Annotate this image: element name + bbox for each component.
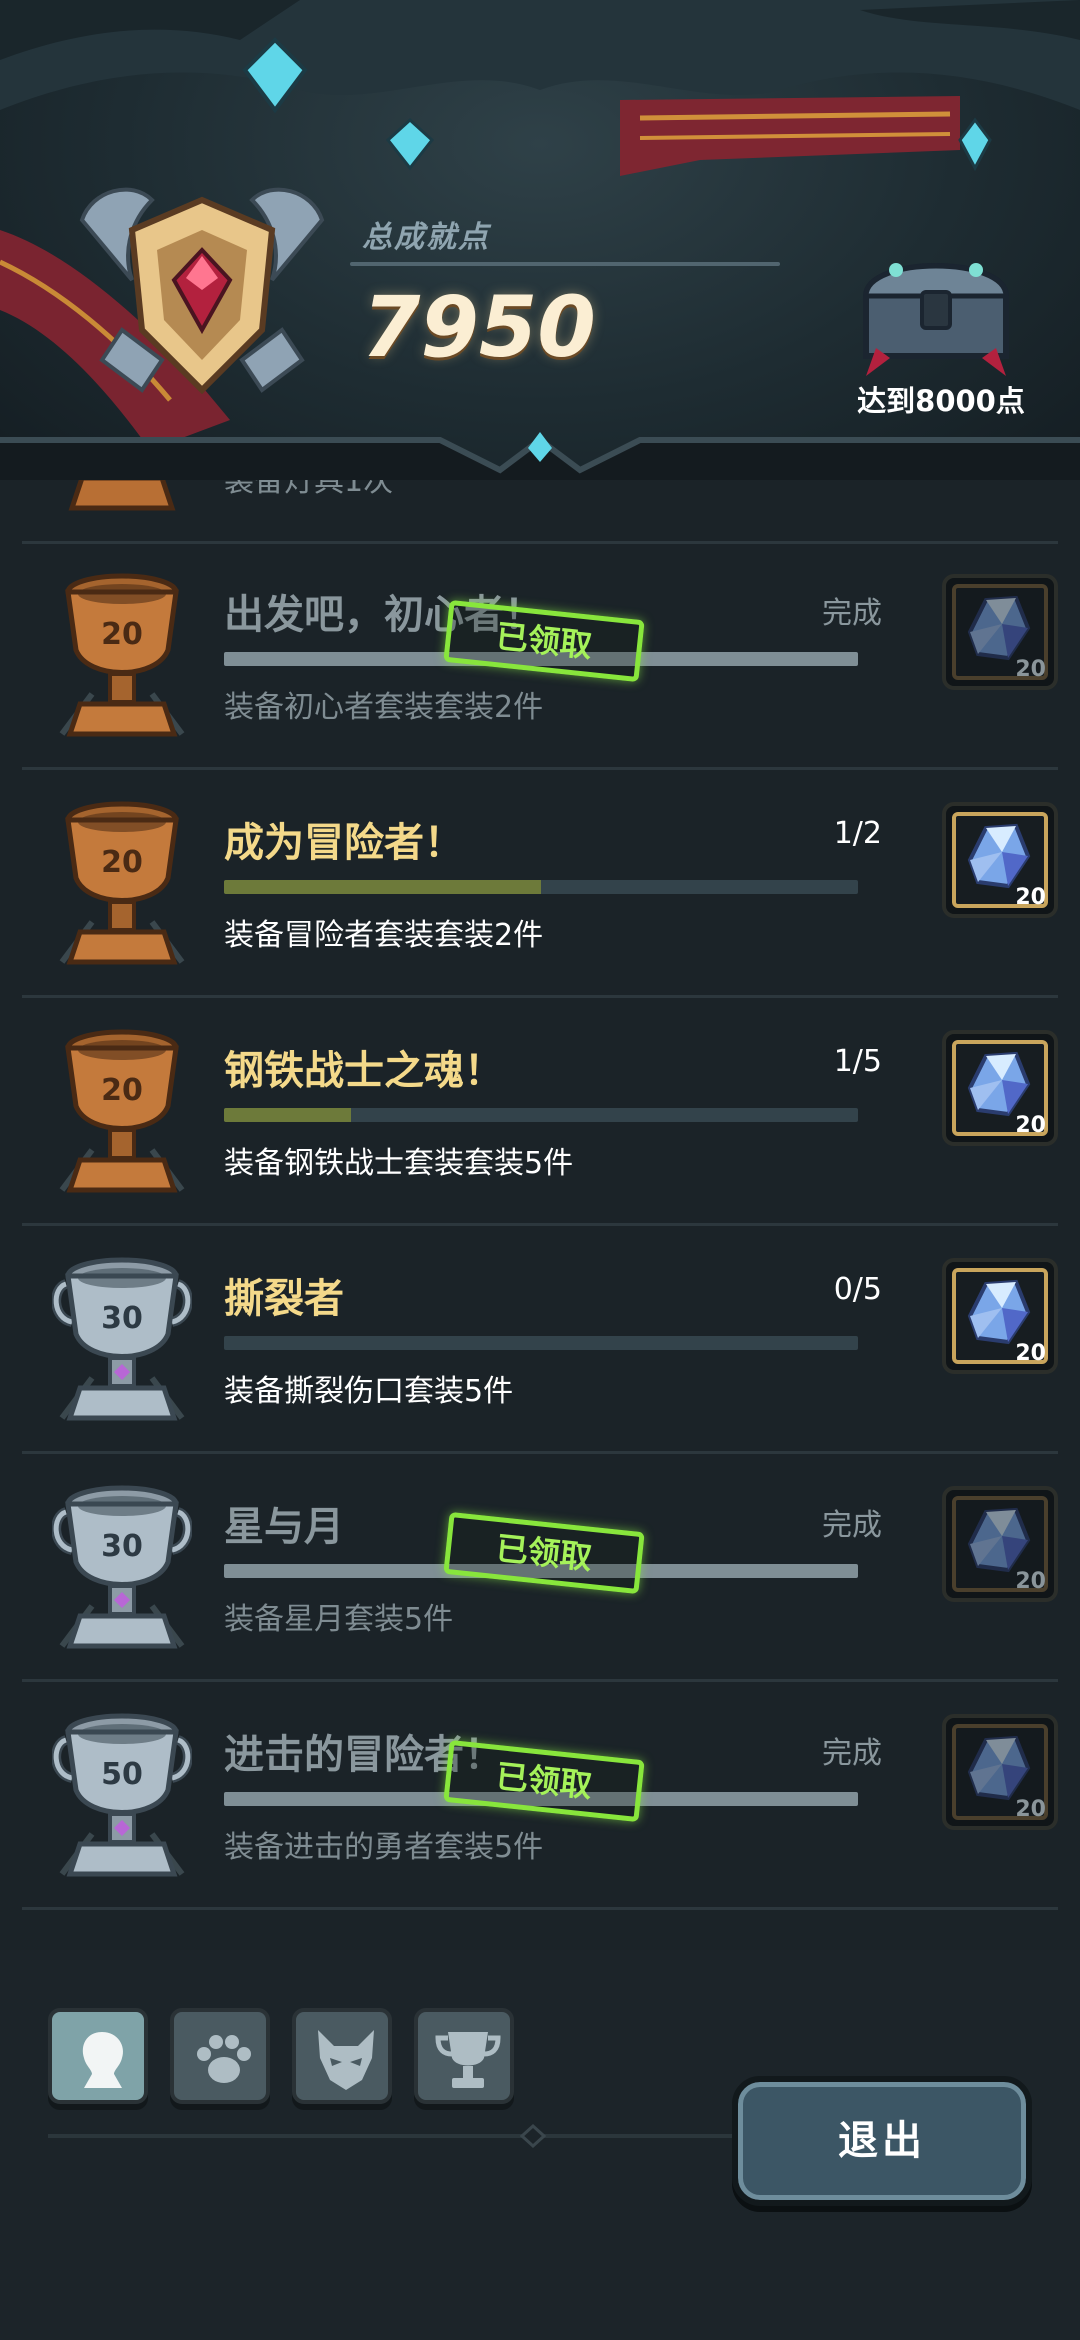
achievement-progress-text: 完成 (822, 596, 882, 631)
exit-button[interactable]: 退出 (732, 2076, 1032, 2206)
reward-slot[interactable]: 20 (942, 574, 1058, 690)
trophy-points: 20 (101, 617, 143, 652)
footer-bar: 退出 (0, 1950, 1080, 2340)
achievement-description: 装备撕裂伤口套装5件 (224, 1374, 514, 1409)
trophy-points: 30 (101, 1301, 143, 1336)
achievement-description: 装备钢铁战士套装套装5件 (224, 1146, 574, 1181)
achievement-row[interactable]: 30 撕裂者 0/5 装备撕裂伤口套装5件 20 (22, 1228, 1058, 1454)
paw-icon (197, 2035, 251, 2083)
achievement-row[interactable]: 30 星与月 完成 装备星月套装5件 20 已领取 (22, 1456, 1058, 1682)
reward-slot[interactable]: 20 (942, 1030, 1058, 1146)
reward-slot[interactable]: 20 (942, 1486, 1058, 1602)
tab-monster[interactable] (292, 2008, 392, 2104)
total-points-label: 总成就点 (362, 220, 490, 255)
points-goal-text: 达到8000点 (857, 384, 1025, 418)
reward-quantity: 20 (1015, 657, 1046, 682)
bronze-trophy-icon: 20 (59, 1029, 185, 1193)
trophy-points: 30 (101, 1529, 143, 1564)
trophy-points: 20 (101, 1073, 143, 1108)
bronze-trophy-icon: 20 (59, 573, 185, 737)
crystal-reward-icon (967, 1507, 1031, 1573)
achievement-progress-text: 1/2 (833, 816, 882, 851)
achievement-title: 星与月 (224, 1504, 344, 1550)
hero-silhouette-icon (82, 2032, 124, 2088)
crystal-reward-icon (967, 1051, 1031, 1117)
achievement-progress-bar (224, 880, 858, 894)
achievement-progress-text: 1/5 (833, 1044, 882, 1079)
achievement-title: 撕裂者 (224, 1276, 344, 1322)
achievement-row-partial: 装备灯具1次 (22, 480, 1058, 544)
silver-trophy-icon: 30 (52, 1485, 192, 1649)
trophy-points: 50 (101, 1757, 143, 1792)
divider-ornament-icon (520, 2124, 546, 2148)
reward-quantity: 20 (1015, 1797, 1046, 1822)
achievement-medal-icon (79, 187, 325, 395)
tab-trophy[interactable] (414, 2008, 514, 2104)
crystal-reward-icon (967, 1279, 1031, 1345)
reward-slot[interactable]: 20 (942, 1714, 1058, 1830)
crystal-reward-icon (967, 595, 1031, 661)
tab-hero[interactable] (48, 2008, 148, 2104)
achievement-description: 装备初心者套装套装2件 (224, 690, 544, 725)
tab-pet[interactable] (170, 2008, 270, 2104)
treasure-chest-icon[interactable] (856, 236, 1016, 376)
claimed-stamp: 已领取 (443, 599, 645, 683)
achievement-row[interactable]: 20 成为冒险者！ 1/2 装备冒险者套装套装2件 20 (22, 772, 1058, 998)
progress-fill (224, 1108, 351, 1122)
reward-quantity: 20 (1015, 1113, 1046, 1138)
achievement-row[interactable]: 20 出发吧，初心者！ 完成 装备初心者套装套装2件 20 已领取 (22, 544, 1058, 770)
achievement-row[interactable]: 50 进击的冒险者！ 完成 装备进击的勇者套装5件 20 已领取 (22, 1684, 1058, 1910)
bronze-trophy-icon (68, 480, 176, 511)
achievement-progress-text: 0/5 (833, 1272, 882, 1307)
trophy-icon (435, 2032, 501, 2088)
achievement-title: 成为冒险者！ (224, 820, 464, 866)
achievement-list[interactable]: 装备灯具1次 20 出发吧，初心者！ 完成 装备初心者套装套装2件 20 已领取… (0, 480, 1080, 1950)
demon-mask-icon (318, 2030, 374, 2090)
achievement-description: 装备进击的勇者套装5件 (224, 1830, 544, 1865)
bronze-trophy-icon: 20 (59, 801, 185, 965)
achievement-title: 钢铁战士之魂！ (224, 1048, 504, 1094)
achievement-description: 装备冒险者套装套装2件 (224, 918, 544, 953)
silver-trophy-icon: 50 (52, 1713, 192, 1877)
crystal-reward-icon (967, 1735, 1031, 1801)
score-divider (350, 262, 780, 266)
silver-trophy-icon: 30 (52, 1257, 192, 1421)
achievement-header: 总成就点 7950 达到8000点 (0, 0, 1080, 480)
reward-quantity: 20 (1015, 885, 1046, 910)
reward-slot[interactable]: 20 (942, 802, 1058, 918)
progress-fill (224, 880, 541, 894)
achievement-progress-bar (224, 1336, 858, 1350)
achievement-progress-text: 完成 (822, 1736, 882, 1771)
total-points-value: 7950 (362, 278, 596, 376)
achievement-progress-bar (224, 1108, 858, 1122)
achievement-row[interactable]: 20 钢铁战士之魂！ 1/5 装备钢铁战士套装套装5件 20 (22, 1000, 1058, 1226)
trophy-points: 20 (101, 845, 143, 880)
reward-slot[interactable]: 20 (942, 1258, 1058, 1374)
reward-quantity: 20 (1015, 1341, 1046, 1366)
crystal-reward-icon (967, 823, 1031, 889)
claimed-stamp: 已领取 (443, 1739, 645, 1823)
achievement-description: 装备星月套装5件 (224, 1602, 454, 1637)
reward-quantity: 20 (1015, 1569, 1046, 1594)
achievement-description: 装备灯具1次 (224, 480, 394, 499)
achievement-progress-text: 完成 (822, 1508, 882, 1543)
claimed-stamp: 已领取 (443, 1511, 645, 1595)
